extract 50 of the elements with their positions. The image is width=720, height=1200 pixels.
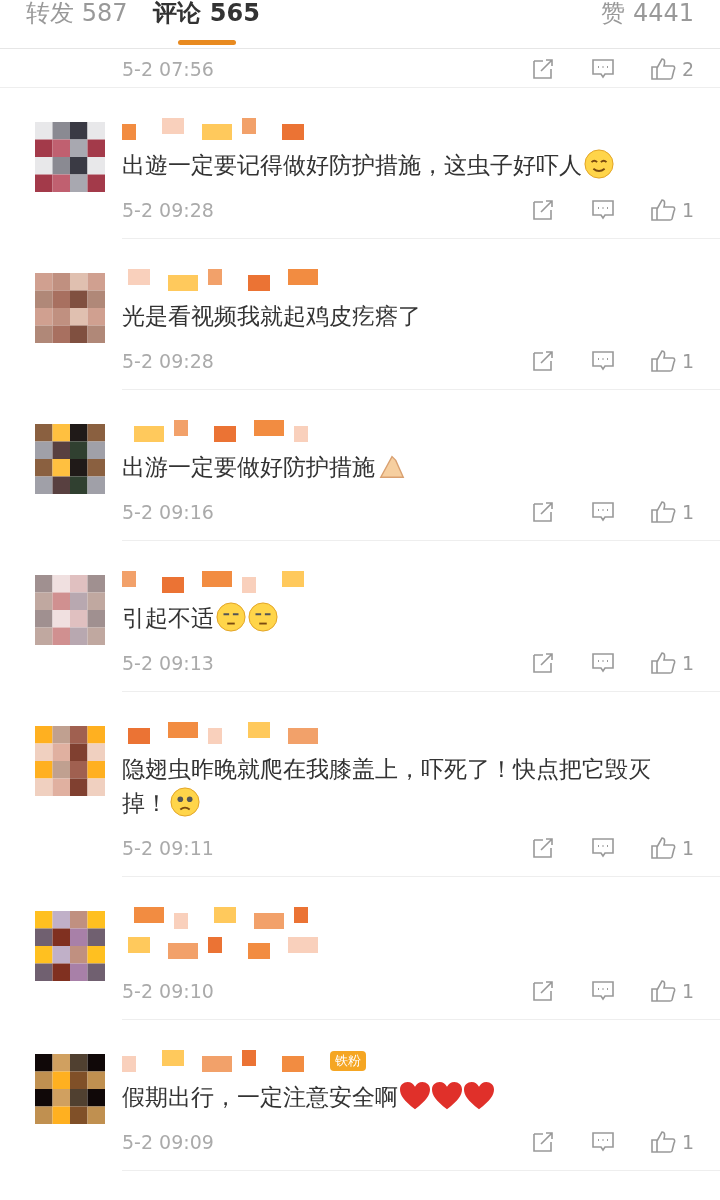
thumbs-up-icon[interactable] [649,1130,676,1154]
like-count: 1 [681,501,694,523]
tab-underline [177,40,236,45]
comment-time: 5-2 09:28 [122,199,214,221]
tab[interactable]: 评论 565 [153,0,260,46]
emoji-face-icon [584,149,614,179]
comment-icon[interactable] [589,836,616,860]
thumbs-up-icon[interactable] [649,979,676,1003]
thumbs-up-icon[interactable] [649,198,676,222]
comment-text: 出遊一定要记得做好防护措施，这虫子好吓人 [122,148,720,182]
comment-time: 5-2 09:16 [122,501,214,523]
heart-icon [464,1081,494,1111]
thumbs-up-icon[interactable] [649,57,676,81]
like-count: 1 [681,652,694,674]
comment-icon[interactable] [589,500,616,524]
comment-time: 5-2 09:11 [122,837,214,859]
like-count: 2 [681,58,694,80]
heart-icon [432,1081,462,1111]
comment-icon[interactable] [589,57,616,81]
comment-icon[interactable] [589,979,616,1003]
thumbs-up-icon[interactable] [649,836,676,860]
comment-time: 5-2 09:13 [122,652,214,674]
thumbs-up-icon[interactable] [649,651,676,675]
comment-icon[interactable] [589,651,616,675]
like-count: 1 [681,1131,694,1153]
comment-icon[interactable] [589,349,616,373]
thumbs-up-icon[interactable] [649,349,676,373]
heart-icon [400,1081,430,1111]
comment-time: 5-2 09:09 [122,1131,214,1153]
comment-text: 假期出行，一定注意安全啊 [122,1080,720,1114]
comment-text: 引起不适 [122,601,720,635]
tab[interactable]: 赞 4441 [601,0,694,46]
comment-time: 5-2 07:56 [122,58,214,80]
comment-text: 隐翅虫昨晚就爬在我膝盖上，吓死了！快点把它毁灭掉！ [122,755,652,819]
like-count: 1 [681,980,694,1002]
tab[interactable]: 转发 587 [26,0,128,46]
comment-time: 5-2 09:28 [122,350,214,372]
like-count: 1 [681,199,694,221]
thumbs-up-icon[interactable] [649,500,676,524]
comment-icon[interactable] [589,198,616,222]
fan-badge: 铁粉 [330,1051,366,1071]
comment-text: 出游一定要做好防护措施 [122,450,720,484]
comment-text: 光是看视频我就起鸡皮疙瘩了 [122,302,422,331]
like-count: 1 [681,837,694,859]
emoji-face-icon [170,787,200,817]
comment-icon[interactable] [589,1130,616,1154]
emoji-face-icon [216,602,246,632]
like-count: 1 [681,350,694,372]
emoji-face-icon [248,602,278,632]
comment-time: 5-2 09:10 [122,980,214,1002]
